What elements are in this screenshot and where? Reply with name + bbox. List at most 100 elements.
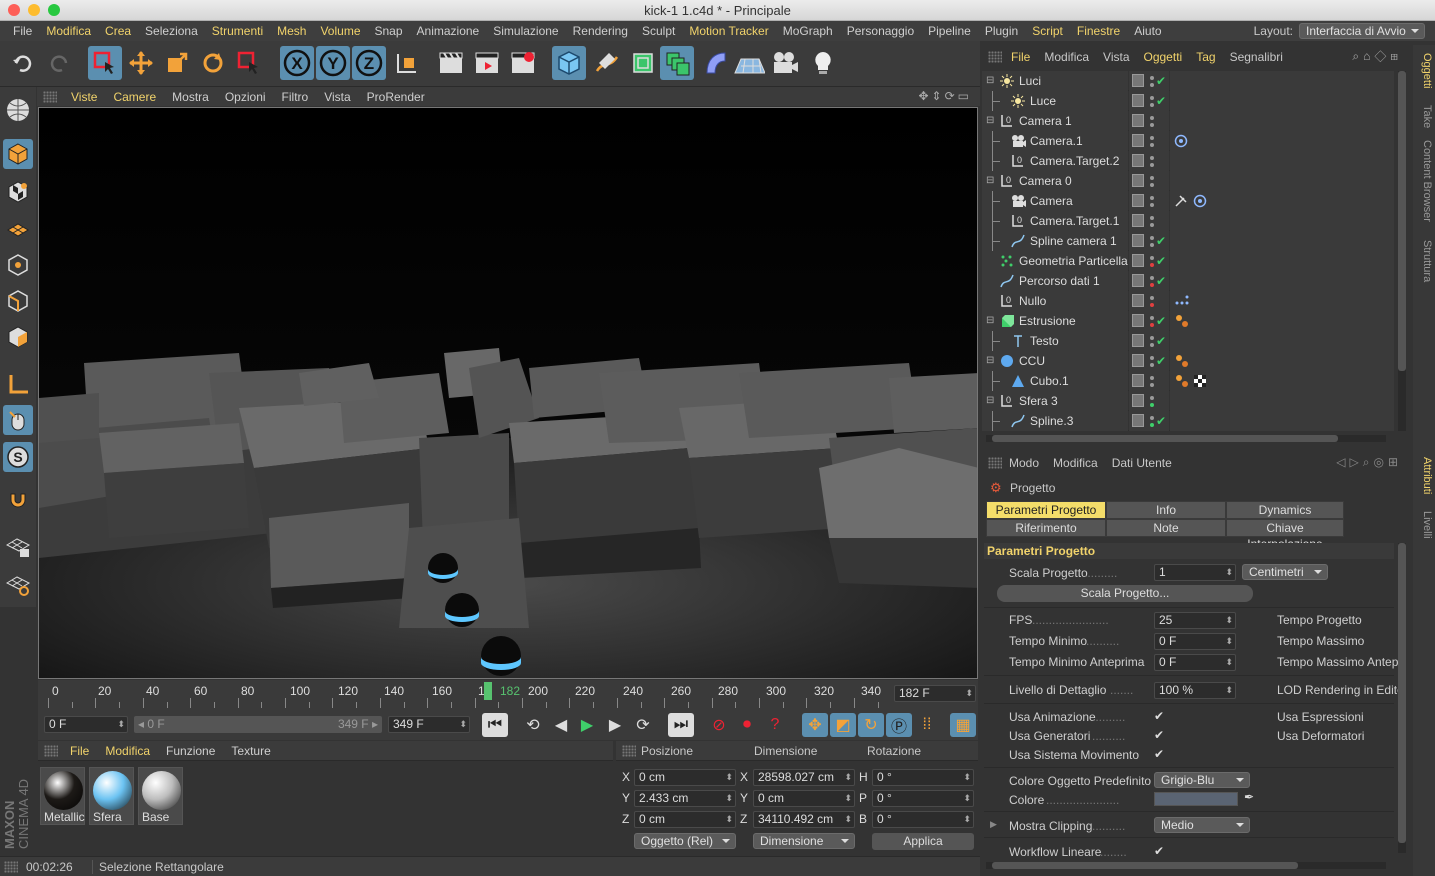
menu-snap[interactable]: Snap [368,24,410,38]
menu-rendering[interactable]: Rendering [566,24,635,38]
object-row[interactable]: 0 Nullo [982,291,1394,311]
live-select-button[interactable] [88,46,122,80]
side-tab-take[interactable]: Take [1415,105,1433,128]
use-animation-checkbox[interactable]: ✔ [1154,709,1164,723]
enabled-check-icon[interactable]: ✔ [1156,411,1166,431]
object-name-cell[interactable]: Percorso dati 1 [982,271,1128,291]
rotation-field[interactable]: 0 ° [872,769,974,786]
object-scrollbar[interactable] [1398,71,1406,431]
object-name-cell[interactable]: ⊟ CCU [982,351,1128,371]
side-tab-struttura[interactable]: Struttura [1415,240,1433,282]
object-row[interactable]: Camera [982,191,1394,211]
visibility-dot-render[interactable] [1150,423,1154,427]
layer-swatch-icon[interactable] [1132,94,1144,107]
visibility-dot-editor[interactable] [1150,156,1154,160]
menu-plugin[interactable]: Plugin [978,24,1025,38]
obj-menu-tag[interactable]: Tag [1189,50,1222,64]
object-row[interactable]: Percorso dati 1 ✔ [982,271,1394,291]
object-name-cell[interactable]: ⊟ Estrusione [982,311,1128,331]
menu-modifica[interactable]: Modifica [39,24,98,38]
visibility-dot-render[interactable] [1150,143,1154,147]
autokey-button[interactable]: ⏺ [734,713,760,737]
obj-menu-oggetti[interactable]: Oggetti [1137,50,1190,64]
visibility-dot-editor[interactable] [1150,376,1154,380]
obj-menu-vista[interactable]: Vista [1096,50,1136,64]
min-time-field[interactable]: 0 F [1154,633,1236,650]
menu-script[interactable]: Script [1025,24,1070,38]
visibility-dot-render[interactable] [1150,243,1154,247]
side-tab-oggetti[interactable]: Oggetti [1415,53,1433,88]
collapse-icon[interactable]: ⊟ [986,391,994,411]
visibility-dot-render[interactable] [1150,223,1154,227]
tab-info[interactable]: Info [1106,501,1226,519]
rotation-field[interactable]: 0 ° [872,811,974,828]
key-parameter-button[interactable]: Ⓟ [886,713,912,737]
object-row[interactable]: ⊟ 0 Camera 0 [982,171,1394,191]
object-row[interactable]: Testo ✔ [982,331,1394,351]
viewport-nav-icons[interactable]: ✥⇕⟳▭ [918,89,972,103]
menu-simulazione[interactable]: Simulazione [486,24,565,38]
render-view-button[interactable] [434,46,468,80]
object-name-cell[interactable]: ⊟ Luci [982,71,1128,91]
obj-menu-modifica[interactable]: Modifica [1037,50,1096,64]
key-rotation-button[interactable]: ↻ [858,713,884,737]
attr-hscrollbar[interactable] [986,862,1386,869]
vp-menu-prorender[interactable]: ProRender [359,90,433,104]
clipping-select[interactable]: Medio [1154,817,1250,833]
planar-workplane-button[interactable] [3,569,33,599]
menu-aiuto[interactable]: Aiuto [1127,24,1168,38]
side-tab-livelli[interactable]: Livelli [1415,511,1433,539]
visibility-dot-editor[interactable] [1150,256,1154,260]
edges-mode-button[interactable] [3,286,33,316]
tweak-mode-button[interactable] [3,405,33,435]
move-tool-button[interactable] [124,46,158,80]
visibility-dot-editor[interactable] [1150,116,1154,120]
lod-field[interactable]: 100 % [1154,682,1236,699]
start-frame-field[interactable]: 0 F [44,716,128,733]
use-motion-checkbox[interactable]: ✔ [1154,747,1164,761]
color-swatch[interactable] [1154,792,1238,806]
layout-dropdown[interactable]: Interfaccia di Avvio [1299,23,1425,39]
object-name-cell[interactable]: ⊟ 0 Sfera 3 [982,391,1128,411]
tab-riferimento[interactable]: Riferimento [986,519,1106,537]
attr-menu-dati-utente[interactable]: Dati Utente [1105,456,1179,470]
layer-swatch-icon[interactable] [1132,134,1144,147]
tab-dynamics[interactable]: Dynamics [1226,501,1344,519]
key-position-button[interactable]: ✥ [802,713,828,737]
object-row[interactable]: 0 Camera.Target.2 [982,151,1394,171]
visibility-dot-editor[interactable] [1150,216,1154,220]
menu-volume[interactable]: Volume [313,24,367,38]
scale-unit-select[interactable]: Centimetri [1242,564,1328,580]
visibility-dot-render[interactable] [1150,163,1154,167]
keyframe-selection-button[interactable]: ? [762,713,788,737]
enabled-check-icon[interactable]: ✔ [1156,251,1166,271]
layer-swatch-icon[interactable] [1132,414,1144,427]
visibility-dot-editor[interactable] [1150,396,1154,400]
object-name-cell[interactable]: ⊟ 0 Camera 0 [982,171,1128,191]
object-name-cell[interactable]: 0 Nullo [982,291,1128,311]
go-to-end-button[interactable]: ⏭ [668,713,694,737]
menu-mesh[interactable]: Mesh [270,24,313,38]
object-name-cell[interactable]: Spline.3 [982,411,1128,431]
visibility-dot-render[interactable] [1150,343,1154,347]
enabled-check-icon[interactable]: ✔ [1156,71,1166,91]
menu-seleziona[interactable]: Seleziona [138,24,205,38]
visibility-dot-render[interactable] [1150,83,1154,87]
menu-finestre[interactable]: Finestre [1070,24,1127,38]
layer-swatch-icon[interactable] [1132,394,1144,407]
texture-mode-button[interactable] [3,177,33,207]
polygons-mode-button[interactable] [3,322,33,352]
collapse-icon[interactable]: ⊟ [986,311,994,331]
visibility-dot-editor[interactable] [1150,196,1154,200]
minimize-window-button[interactable] [28,4,40,16]
object-row[interactable]: ⊟ CCU ✔ [982,351,1394,371]
attr-scrollbar[interactable] [1398,543,1406,853]
axis-mode-button[interactable] [3,369,33,399]
expand-arrow-icon[interactable]: ▶ [990,819,997,830]
redo-button[interactable] [42,46,76,80]
object-name-cell[interactable]: 0 Camera.Target.2 [982,151,1128,171]
apply-button[interactable]: Applica [872,833,974,850]
visibility-dot-editor[interactable] [1150,236,1154,240]
layer-swatch-icon[interactable] [1132,174,1144,187]
visibility-dot-render[interactable] [1150,263,1154,267]
